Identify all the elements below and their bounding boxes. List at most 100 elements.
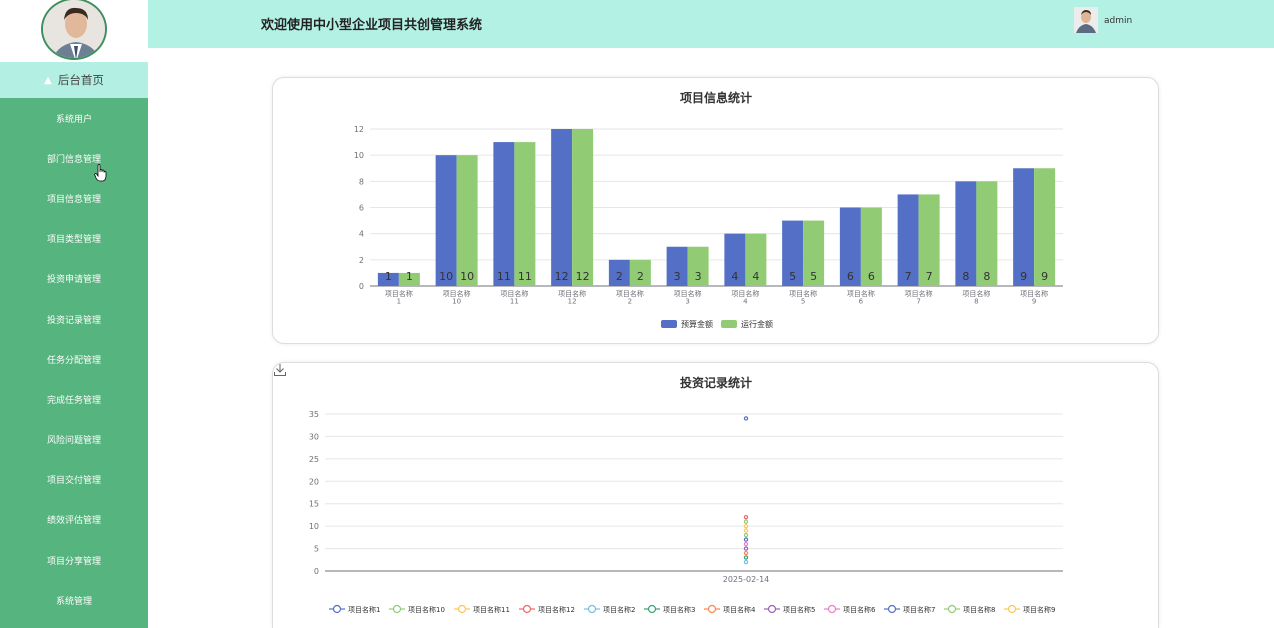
data-point[interactable] xyxy=(743,416,749,421)
legend-marker[interactable] xyxy=(332,604,342,614)
x-tick-label: 2025-02-14 xyxy=(723,575,770,584)
sidebar-item[interactable]: 项目分享管理 xyxy=(0,540,148,580)
sidebar-item[interactable]: 项目类型管理 xyxy=(0,219,148,259)
legend-swatch[interactable] xyxy=(721,320,737,328)
y-tick-label: 20 xyxy=(309,477,319,486)
y-tick-label: 30 xyxy=(309,432,319,441)
avatar[interactable] xyxy=(41,0,107,60)
bar[interactable] xyxy=(1034,168,1056,286)
legend-label[interactable]: 项目名称3 xyxy=(663,605,695,614)
bar[interactable] xyxy=(572,129,594,286)
bar-value-label: 9 xyxy=(1020,270,1027,283)
legend-label[interactable]: 项目名称7 xyxy=(903,605,935,614)
bar-value-label: 9 xyxy=(1041,270,1048,283)
sidebar-item[interactable]: 投资申请管理 xyxy=(0,259,148,299)
data-point[interactable] xyxy=(743,523,749,529)
data-point[interactable] xyxy=(743,541,749,547)
home-icon: ▲ xyxy=(44,74,52,86)
sidebar-item[interactable]: 系统管理 xyxy=(0,580,148,620)
sidebar-item-home[interactable]: ▲ 后台首页 xyxy=(0,62,148,98)
investment-record-chart-card: 投资记录统计 0 5 10 15 20 25 30 35 2025-02-14 项目名称1 项目名称1… xyxy=(272,362,1159,628)
bar-value-label: 3 xyxy=(695,270,702,283)
bar-value-label: 4 xyxy=(731,270,738,283)
legend-marker[interactable] xyxy=(647,604,657,614)
legend-marker[interactable] xyxy=(887,604,897,614)
legend-marker[interactable] xyxy=(1007,604,1017,614)
y-tick-label: 10 xyxy=(354,151,364,160)
legend-marker[interactable] xyxy=(522,604,532,614)
sidebar-item[interactable]: 部门信息管理 xyxy=(0,138,148,178)
x-tick-label: 5 xyxy=(801,298,805,306)
x-tick-label: 11 xyxy=(510,298,519,306)
legend-marker[interactable] xyxy=(767,604,777,614)
download-icon[interactable] xyxy=(273,363,287,377)
hand-cursor-icon xyxy=(94,164,107,182)
data-point[interactable] xyxy=(743,537,749,542)
sidebar-item[interactable]: 项目信息管理 xyxy=(0,178,148,218)
data-point[interactable] xyxy=(743,528,749,533)
username[interactable]: admin xyxy=(1104,16,1132,26)
legend-label[interactable]: 项目名称9 xyxy=(1023,605,1055,614)
legend-label[interactable]: 项目名称8 xyxy=(963,605,995,614)
sidebar-item[interactable]: 风险问题管理 xyxy=(0,420,148,460)
x-tick-label: 7 xyxy=(916,298,920,306)
legend-label[interactable]: 项目名称5 xyxy=(783,605,815,614)
bar-value-label: 2 xyxy=(616,270,623,283)
bar[interactable] xyxy=(551,129,573,286)
x-tick-label: 3 xyxy=(685,298,689,306)
bar-value-label: 3 xyxy=(674,270,681,283)
project-info-chart-card: 项目信息统计 0 2 4 6 8 10 12 1 1 项目名称 1 10 10 项目名称 10 11 11 项目名称… xyxy=(272,77,1159,344)
bar-value-label: 7 xyxy=(905,270,912,283)
legend-label[interactable]: 项目名称4 xyxy=(723,605,756,614)
legend-marker[interactable] xyxy=(827,604,837,614)
legend-label[interactable]: 预算金额 xyxy=(681,319,713,329)
sidebar-item[interactable]: 绩效评估管理 xyxy=(0,500,148,540)
legend-marker[interactable] xyxy=(707,604,717,614)
data-point[interactable] xyxy=(743,519,749,524)
legend-label[interactable]: 运行金额 xyxy=(741,319,773,329)
x-tick-label: 10 xyxy=(452,298,461,306)
sidebar-item[interactable]: 系统用户 xyxy=(0,98,148,138)
bar[interactable] xyxy=(435,155,457,286)
legend-label[interactable]: 项目名称10 xyxy=(408,605,445,614)
legend-swatch[interactable] xyxy=(661,320,677,328)
user-avatar[interactable] xyxy=(1074,7,1098,33)
data-point[interactable] xyxy=(743,546,749,551)
bar-value-label: 11 xyxy=(497,270,511,283)
legend-marker[interactable] xyxy=(392,604,402,614)
bar[interactable] xyxy=(1013,168,1035,286)
bar-value-label: 12 xyxy=(555,270,569,283)
data-point[interactable] xyxy=(743,532,749,538)
y-tick-label: 0 xyxy=(314,567,319,576)
y-tick-label: 8 xyxy=(359,177,364,186)
legend-label[interactable]: 项目名称12 xyxy=(538,605,575,614)
y-tick-label: 2 xyxy=(359,256,364,265)
investment-record-chart: 投资记录统计 0 5 10 15 20 25 30 35 2025-02-14 项目名称1 项目名称1… xyxy=(309,375,1063,614)
legend-marker[interactable] xyxy=(947,604,957,614)
bar[interactable] xyxy=(456,155,478,286)
bar[interactable] xyxy=(514,142,536,286)
legend-label[interactable]: 项目名称11 xyxy=(473,605,510,614)
data-point[interactable] xyxy=(743,559,749,565)
sidebar-item[interactable]: 完成任务管理 xyxy=(0,379,148,419)
bar[interactable] xyxy=(493,142,515,286)
x-tick-label: 8 xyxy=(974,298,978,306)
data-point[interactable] xyxy=(743,555,749,560)
data-point[interactable] xyxy=(743,514,749,520)
bar-value-label: 1 xyxy=(385,270,392,283)
bar-value-label: 2 xyxy=(637,270,644,283)
bar-value-label: 4 xyxy=(752,270,759,283)
bar-value-label: 5 xyxy=(789,270,796,283)
y-tick-label: 6 xyxy=(359,204,364,213)
legend-label[interactable]: 项目名称6 xyxy=(843,605,876,614)
sidebar-item[interactable]: 项目交付管理 xyxy=(0,460,148,500)
y-tick-label: 35 xyxy=(309,410,319,419)
legend-label[interactable]: 项目名称2 xyxy=(603,605,635,614)
legend-marker[interactable] xyxy=(457,604,467,614)
sidebar-item[interactable]: 投资记录管理 xyxy=(0,299,148,339)
bar-value-label: 1 xyxy=(406,270,413,283)
legend-marker[interactable] xyxy=(587,604,597,614)
sidebar-item[interactable]: 任务分配管理 xyxy=(0,339,148,379)
data-point[interactable] xyxy=(743,550,749,556)
legend-label[interactable]: 项目名称1 xyxy=(348,605,380,614)
